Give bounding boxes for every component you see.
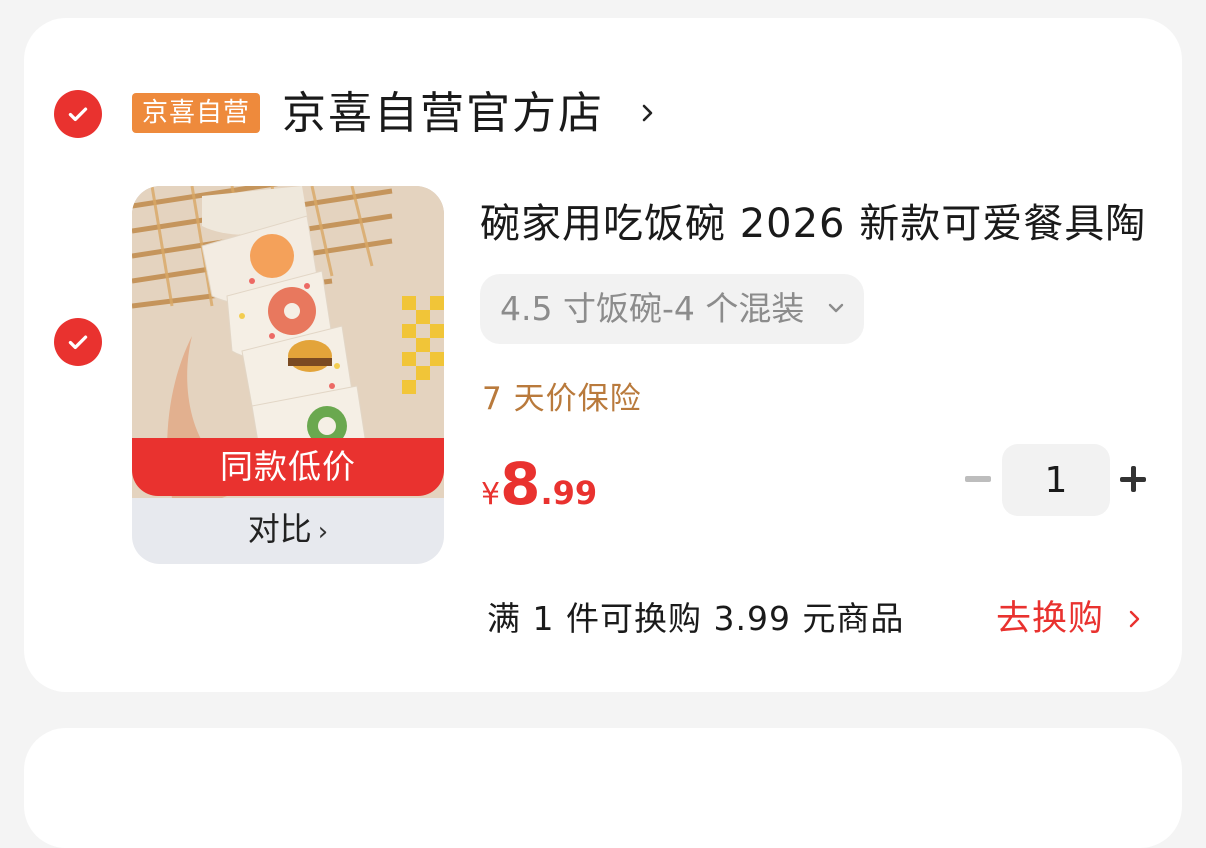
chevron-right-icon[interactable]	[636, 98, 660, 128]
check-icon	[68, 107, 88, 122]
quantity-input[interactable]	[1002, 444, 1110, 516]
chevron-right-icon[interactable]	[1127, 607, 1143, 631]
check-icon	[68, 335, 88, 350]
spec-label: 4.5 寸饭碗-4 个混装	[500, 289, 805, 328]
chevron-right-icon: ›	[317, 517, 329, 547]
store-select-checkbox[interactable]	[54, 90, 102, 138]
product-title[interactable]: 碗家用吃饭碗 2026 新款可爱餐具陶	[480, 198, 1146, 250]
item-select-checkbox[interactable]	[54, 318, 102, 366]
compare-label: 对比	[247, 510, 312, 548]
price-decimal: .99	[540, 474, 598, 512]
price-currency: ¥	[481, 477, 501, 512]
product-price: ¥8.99	[481, 450, 597, 518]
swap-promo-text: 满 1 件可换购 3.99 元商品	[487, 599, 905, 638]
product-thumbnail[interactable]: 同款低价 对比 ›	[132, 186, 444, 564]
store-badge: 京喜自营	[132, 93, 261, 133]
go-swap-button[interactable]: 去换购	[996, 596, 1104, 642]
same-item-low-price-tag: 同款低价	[132, 438, 444, 496]
plus-icon[interactable]	[1120, 466, 1148, 494]
minus-icon[interactable]	[965, 476, 991, 482]
price-integer: 8	[500, 450, 541, 518]
compare-link[interactable]: 对比 ›	[132, 506, 444, 552]
spec-selector[interactable]: 4.5 寸饭碗-4 个混装	[480, 274, 864, 344]
chevron-down-icon	[828, 303, 844, 313]
next-store-card	[24, 728, 1182, 848]
price-insurance-label[interactable]: 7 天价保险	[482, 378, 642, 420]
store-name[interactable]: 京喜自营官方店	[282, 86, 604, 142]
